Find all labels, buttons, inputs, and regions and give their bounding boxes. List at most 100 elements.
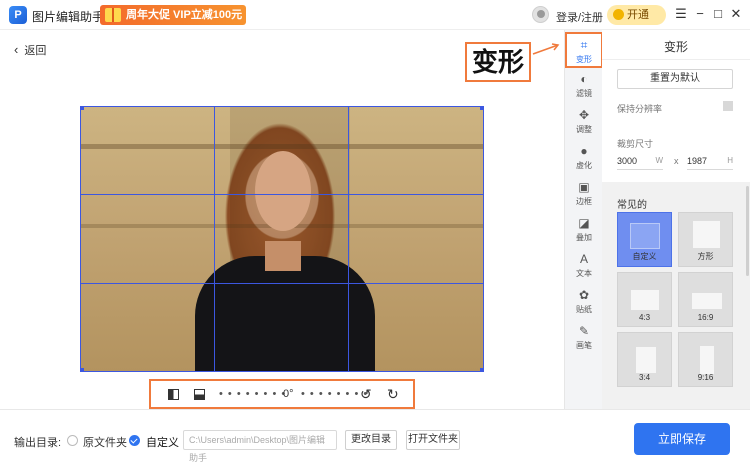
preset-9-16[interactable]: 9:16 xyxy=(678,332,733,387)
grid-line xyxy=(80,371,484,372)
crop-handle[interactable] xyxy=(480,106,484,110)
tool-label: 画笔 xyxy=(576,341,592,350)
grid-line xyxy=(483,106,484,372)
preset-4-3[interactable]: 4:3 xyxy=(617,272,672,327)
change-dir-button[interactable]: 更改目录 xyxy=(345,430,397,450)
tool-adjust[interactable]: ✥ 调整 xyxy=(565,104,603,140)
login-link[interactable]: 登录/注册 xyxy=(556,9,603,25)
grid-line xyxy=(80,283,484,284)
preset-16-9[interactable]: 16:9 xyxy=(678,272,733,327)
divider xyxy=(602,59,750,60)
scrollbar[interactable] xyxy=(746,182,750,409)
tool-label: 文本 xyxy=(576,269,592,278)
flip-vertical-icon[interactable] xyxy=(194,389,205,400)
tool-label: 边框 xyxy=(576,197,592,206)
original-folder-radio[interactable] xyxy=(67,435,78,446)
minimize-icon[interactable]: − xyxy=(692,6,708,22)
preset-shape xyxy=(692,293,722,309)
preset-label: 4:3 xyxy=(638,313,651,322)
avatar[interactable] xyxy=(532,6,549,23)
tool-sticker[interactable]: ✿ 贴纸 xyxy=(565,284,603,320)
tool-overlay[interactable]: ◪ 叠加 xyxy=(565,212,603,248)
brush-icon: ✎ xyxy=(578,324,590,338)
preset-shape xyxy=(631,290,659,310)
height-unit: H xyxy=(727,156,733,165)
custom-folder-radio[interactable] xyxy=(129,435,140,446)
tool-brush[interactable]: ✎ 画笔 xyxy=(565,320,603,356)
open-folder-button[interactable]: 打开文件夹 xyxy=(406,430,460,450)
preset-label: 9:16 xyxy=(697,373,714,382)
times-label: x xyxy=(674,156,679,166)
height-input[interactable]: 1987 H xyxy=(687,152,733,170)
width-input[interactable]: 3000 W xyxy=(617,152,663,170)
output-dir-label: 输出目录: xyxy=(14,437,62,449)
panel-title: 变形 xyxy=(663,40,688,54)
output-path-field[interactable]: C:\Users\admin\Desktop\图片编辑助手 xyxy=(183,430,337,463)
tool-text[interactable]: A 文本 xyxy=(565,248,603,284)
grid-line xyxy=(214,106,215,372)
scrollbar-thumb[interactable] xyxy=(746,186,749,276)
rotation-slider-left[interactable]: • • • • • • • • xyxy=(219,388,286,400)
sticker-icon: ✿ xyxy=(578,288,590,302)
keep-resolution-label: 保持分辨率 xyxy=(617,104,663,114)
menu-icon[interactable]: ☰ xyxy=(673,6,689,22)
callout-arrow-icon xyxy=(532,43,560,55)
save-now-button[interactable]: 立即保存 xyxy=(634,423,730,455)
chevron-left-icon: ‹ xyxy=(14,42,19,57)
tool-blur[interactable]: ● 虚化 xyxy=(565,140,603,176)
tool-label: 变形 xyxy=(576,55,592,64)
preset-square[interactable]: 方形 xyxy=(678,212,733,267)
rotate-left-icon[interactable]: ↺ xyxy=(360,386,372,403)
rotation-slider-right[interactable]: • • • • • • • • xyxy=(301,388,368,400)
promo-banner[interactable]: 周年大促 VIP立减100元 xyxy=(100,5,246,25)
filter-icon: ◐ xyxy=(580,72,588,86)
tool-label: 滤镜 xyxy=(576,89,592,98)
tool-border[interactable]: ▣ 边框 xyxy=(565,176,603,212)
callout-label: 变形 xyxy=(465,42,531,82)
rotation-angle: 0° xyxy=(283,388,294,400)
vip-button[interactable]: 开通VIP xyxy=(607,5,666,41)
maximize-icon[interactable]: □ xyxy=(710,6,726,22)
preset-label: 16:9 xyxy=(697,313,714,322)
image-canvas[interactable] xyxy=(80,106,484,372)
back-label: 返回 xyxy=(24,45,47,57)
tool-label: 虚化 xyxy=(576,161,592,170)
promo-text: 周年大促 VIP立减100元 xyxy=(126,9,243,21)
preset-shape xyxy=(630,223,660,249)
preset-label: 自定义 xyxy=(632,252,657,261)
preset-3-4[interactable]: 3:4 xyxy=(617,332,672,387)
drop-icon: ● xyxy=(580,144,588,158)
title-bar: P 图片编辑助手 周年大促 VIP立减100元 登录/注册 开通VIP ☰ − … xyxy=(0,0,750,41)
preset-shape xyxy=(636,347,656,373)
frame-icon: ▣ xyxy=(578,180,590,194)
preset-custom[interactable]: 自定义 xyxy=(617,212,672,267)
crop-icon: ⌗ xyxy=(580,38,588,52)
transform-panel: 变形 重置为默认 保持分辨率 裁剪尺寸 3000 W x 1987 H 常见的 … xyxy=(602,30,750,409)
custom-folder-label[interactable]: 自定义 xyxy=(146,434,179,450)
height-value: 1987 xyxy=(687,156,708,166)
preset-label: 3:4 xyxy=(638,373,651,382)
reset-default-button[interactable]: 重置为默认 xyxy=(617,69,733,89)
tool-sidebar: ⌗ 变形 ◐ 滤镜 ✥ 调整 ● 虚化 ▣ 边框 ◪ 叠加 A 文本 ✿ 贴纸 … xyxy=(564,30,603,409)
tool-transform[interactable]: ⌗ 变形 xyxy=(565,32,603,68)
crop-grid[interactable] xyxy=(80,106,484,372)
preset-shape xyxy=(700,346,714,374)
close-icon[interactable]: ✕ xyxy=(728,6,744,22)
flip-horizontal-icon[interactable] xyxy=(168,389,179,400)
crop-handle[interactable] xyxy=(80,106,84,110)
original-folder-label[interactable]: 原文件夹 xyxy=(83,434,127,450)
crop-handle[interactable] xyxy=(80,368,84,372)
tool-filter[interactable]: ◐ 滤镜 xyxy=(565,68,603,104)
width-value: 3000 xyxy=(617,156,638,166)
preset-shape xyxy=(693,221,720,248)
grid-line xyxy=(80,194,484,195)
preset-label: 方形 xyxy=(697,252,714,261)
crop-handle[interactable] xyxy=(480,368,484,372)
back-button[interactable]: ‹ 返回 xyxy=(14,42,46,58)
gift-icon xyxy=(105,8,121,22)
keep-resolution-checkbox[interactable] xyxy=(723,101,733,111)
rotate-right-icon[interactable]: ↻ xyxy=(387,386,399,403)
bottom-bar: 输出目录: 原文件夹 自定义 C:\Users\admin\Desktop\图片… xyxy=(0,409,750,465)
width-unit: W xyxy=(655,156,663,165)
transform-toolbar: • • • • • • • • 0° • • • • • • • • ↺ ↻ xyxy=(149,379,415,409)
